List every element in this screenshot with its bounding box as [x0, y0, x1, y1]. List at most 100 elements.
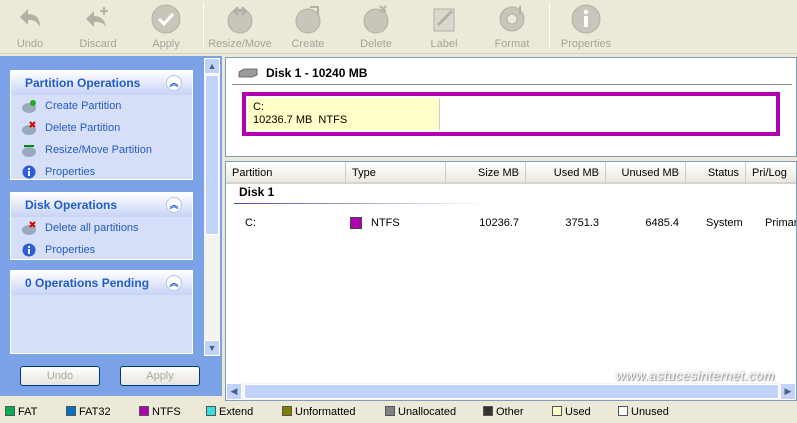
scroll-left-icon[interactable]: ◀	[226, 383, 242, 400]
resize-move-label: Resize/Move	[208, 38, 272, 50]
disk-properties-link[interactable]: Properties	[11, 239, 192, 261]
list-horizontal-scrollbar[interactable]: ◀ ▶	[226, 383, 796, 400]
legend-label: Unformatted	[295, 406, 356, 418]
table-row[interactable]: C: NTFS 10236.7 3751.3 6485.4 System Pri…	[226, 206, 796, 240]
collapse-chevron-icon[interactable]: ︽	[166, 275, 182, 291]
properties-label: Properties	[560, 38, 612, 50]
create-partition-label: Create Partition	[45, 100, 122, 112]
partition-operations-title: Partition Operations	[25, 76, 141, 90]
scroll-up-icon[interactable]: ▲	[204, 58, 220, 74]
swatch	[282, 406, 292, 416]
swatch	[139, 406, 149, 416]
swatch	[66, 406, 76, 416]
disk-operations-header[interactable]: Disk Operations ︽	[11, 193, 192, 217]
group-divider	[234, 203, 484, 204]
partition-list: Partition Type Size MB Used MB Unused MB…	[225, 161, 797, 401]
partition-operations-group: Partition Operations ︽ Create Partition D…	[10, 70, 193, 180]
column-header-type[interactable]: Type	[346, 162, 446, 184]
delete-toolbar-button[interactable]: Delete	[352, 1, 400, 53]
info-icon	[22, 165, 36, 179]
delete-all-partitions-label: Delete all partitions	[45, 222, 139, 234]
disk-map-panel: Disk 1 - 10240 MB C: 10236.7 MB NTFS	[225, 57, 797, 157]
legend-label: Extend	[219, 406, 254, 418]
cell-unused: 6485.4	[645, 217, 679, 229]
pending-apply-button[interactable]: Apply	[120, 366, 200, 386]
properties-toolbar-button[interactable]: Properties	[556, 1, 616, 53]
delete-partition-label: Delete Partition	[45, 122, 121, 134]
format-toolbar-button[interactable]: Format	[488, 1, 536, 53]
legend-label: FAT	[18, 406, 38, 418]
scroll-thumb[interactable]	[205, 75, 219, 235]
legend-label: NTFS	[152, 406, 181, 418]
legend-fat32: FAT32	[66, 405, 111, 419]
swatch	[5, 406, 15, 416]
divider	[232, 84, 792, 85]
cell-pri-log: Primary	[765, 217, 796, 229]
discard-toolbar-button[interactable]: Discard	[74, 1, 122, 53]
delete-icon	[363, 5, 389, 34]
scroll-down-icon[interactable]: ▼	[204, 340, 220, 356]
resize-partition-icon	[22, 145, 36, 157]
column-header-status[interactable]: Status	[686, 162, 746, 184]
scroll-right-icon[interactable]: ▶	[780, 383, 796, 400]
delete-partition-link[interactable]: Delete Partition	[11, 117, 192, 139]
legend-label: FAT32	[79, 406, 111, 418]
legend-unused: Unused	[618, 405, 669, 419]
scroll-thumb[interactable]	[244, 384, 779, 399]
disk-properties-label: Properties	[45, 244, 96, 256]
label-toolbar-button[interactable]: Label	[420, 1, 468, 53]
column-header-size[interactable]: Size MB	[446, 162, 526, 184]
legend-ntfs: NTFS	[139, 405, 181, 419]
apply-toolbar-button[interactable]: Apply	[142, 1, 190, 53]
swatch	[552, 406, 562, 416]
partition-operations-header[interactable]: Partition Operations ︽	[11, 71, 192, 95]
undo-icon	[20, 9, 40, 27]
apply-label: Apply	[152, 38, 180, 50]
cell-status: System	[706, 217, 743, 229]
cell-used: 3751.3	[565, 217, 599, 229]
create-partition-link[interactable]: Create Partition	[11, 95, 192, 117]
column-header-unused[interactable]: Unused MB	[606, 162, 686, 184]
legend-unformatted: Unformatted	[282, 405, 356, 419]
resize-move-icon	[227, 6, 253, 34]
legend-fat: FAT	[5, 405, 37, 419]
resize-move-partition-link[interactable]: Resize/Move Partition	[11, 139, 192, 161]
partition-properties-link[interactable]: Properties	[11, 161, 192, 183]
cell-partition: C:	[245, 217, 256, 229]
legend-other: Other	[483, 405, 524, 419]
column-header-pri-log[interactable]: Pri/Log	[746, 162, 796, 184]
partition-info: 10236.7 MB NTFS	[253, 114, 348, 126]
swatch	[206, 406, 216, 416]
undo-toolbar-button[interactable]: Undo	[6, 1, 54, 53]
legend-used: Used	[552, 405, 591, 419]
disk-partition-bar[interactable]: C: 10236.7 MB NTFS	[242, 92, 780, 136]
partition-c-block[interactable]: C: 10236.7 MB NTFS	[248, 98, 440, 130]
operations-pending-group: 0 Operations Pending ︽	[10, 270, 193, 354]
operations-pending-title: 0 Operations Pending	[25, 276, 150, 290]
resize-move-toolbar-button[interactable]: Resize/Move	[208, 1, 272, 53]
delete-label: Delete	[360, 38, 392, 50]
create-toolbar-button[interactable]: Create	[284, 1, 332, 53]
create-icon	[295, 6, 321, 34]
delete-all-icon	[22, 221, 36, 235]
collapse-chevron-icon[interactable]: ︽	[166, 197, 182, 213]
toolbar: Undo Discard Apply Resize/Move Create De…	[0, 0, 797, 54]
label-icon	[433, 8, 455, 32]
disk-header: Disk 1 - 10240 MB	[266, 66, 368, 80]
hard-disk-icon	[238, 68, 258, 78]
legend-extend: Extend	[206, 405, 253, 419]
ntfs-color-swatch	[350, 217, 362, 229]
info-icon	[571, 4, 601, 34]
legend-unallocated: Unallocated	[385, 405, 456, 419]
partition-name: C:	[253, 101, 264, 113]
discard-label: Discard	[79, 38, 117, 50]
task-panel: Partition Operations ︽ Create Partition D…	[0, 56, 222, 396]
cell-type: NTFS	[371, 217, 400, 229]
operations-pending-header[interactable]: 0 Operations Pending ︽	[11, 271, 192, 295]
pending-undo-button[interactable]: Undo	[20, 366, 100, 386]
task-panel-scrollbar[interactable]: ▲ ▼	[204, 58, 220, 356]
delete-all-partitions-link[interactable]: Delete all partitions	[11, 217, 192, 239]
column-header-partition[interactable]: Partition	[226, 162, 346, 184]
collapse-chevron-icon[interactable]: ︽	[166, 75, 182, 91]
column-header-used[interactable]: Used MB	[526, 162, 606, 184]
